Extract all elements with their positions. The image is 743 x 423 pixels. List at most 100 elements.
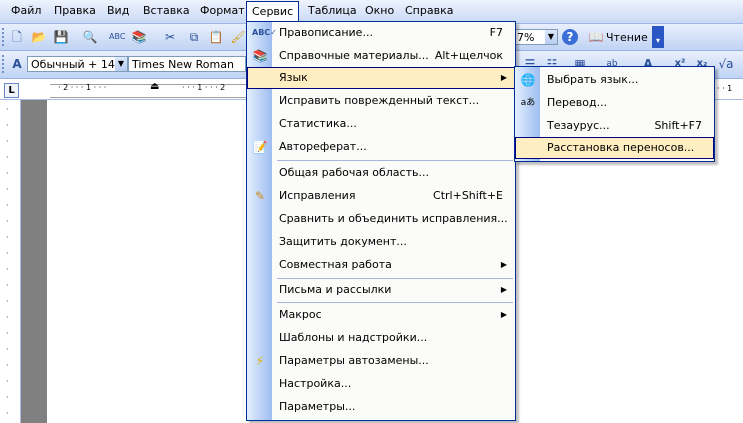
translate-icon: aあ xyxy=(520,98,536,108)
menu-item-research[interactable]: 📚 Справочные материалы... Alt+щелчок xyxy=(247,45,515,67)
menu-item-thesaurus[interactable]: Тезаурус... Shift+F7 xyxy=(515,115,714,137)
reading-mode-icon[interactable]: 📖 xyxy=(588,29,604,45)
autosummarize-icon: 📝 xyxy=(252,140,268,154)
menu-window[interactable]: Окно xyxy=(365,4,394,18)
menu-item-label: Правописание... xyxy=(279,26,373,39)
menu-separator xyxy=(277,160,513,161)
ruler-mark: · · · 1 · · · 2 xyxy=(182,83,226,92)
menu-item-shortcut: Alt+щелчок xyxy=(434,49,503,62)
menu-item-statistics[interactable]: Статистика... xyxy=(247,113,515,135)
menu-tools[interactable]: Сервис xyxy=(246,1,300,21)
cut-icon[interactable]: ✂ xyxy=(162,29,178,45)
document-page[interactable] xyxy=(47,100,247,423)
menu-view[interactable]: Вид xyxy=(107,4,129,18)
menu-item-spelling[interactable]: ABC✓ Правописание... F7 xyxy=(247,22,515,44)
menu-item-autosummarize[interactable]: 📝 Автореферат... xyxy=(247,136,515,158)
menu-item-shared-workspace[interactable]: Общая рабочая область... xyxy=(247,162,515,184)
spelling-check-icon[interactable]: ABC xyxy=(109,29,125,45)
language-submenu: 🌐 Выбрать язык... aあ Перевод... Тезаурус… xyxy=(514,66,715,162)
menu-item-mailings[interactable]: Письма и рассылки ▶ xyxy=(247,279,515,301)
menu-item-translate[interactable]: aあ Перевод... xyxy=(515,92,714,114)
menu-item-label: Язык xyxy=(279,71,308,84)
new-document-icon[interactable]: 🗋 xyxy=(9,29,25,45)
vertical-ruler: · · · · · · · · · · · · · · · · · · · · xyxy=(0,100,21,423)
toolbar-grip[interactable] xyxy=(2,55,7,73)
menu-item-label: Настройка... xyxy=(279,377,352,390)
menu-item-shortcut: Shift+F7 xyxy=(654,119,702,132)
menu-item-language[interactable]: Язык ▶ xyxy=(247,67,515,89)
menu-item-label: Автореферат... xyxy=(279,140,367,153)
toolbar-grip[interactable] xyxy=(2,28,7,46)
menu-item-hyphenation[interactable]: Расстановка переносов... xyxy=(515,137,714,159)
menu-item-repair-text[interactable]: Исправить поврежденный текст... xyxy=(247,90,515,112)
copy-icon[interactable]: ⧉ xyxy=(186,29,202,45)
submenu-arrow-icon: ▶ xyxy=(500,310,507,319)
menu-item-customize[interactable]: Настройка... xyxy=(247,373,515,395)
menu-item-label: Исправления xyxy=(279,189,356,202)
track-changes-icon: ✎ xyxy=(254,189,266,203)
menu-item-compare-merge[interactable]: Сравнить и объединить исправления... xyxy=(247,208,515,230)
equation-icon[interactable]: √a xyxy=(718,56,734,72)
zoom-combo[interactable]: 7% ▼ xyxy=(513,29,558,45)
page-margin-gray xyxy=(21,100,47,423)
menu-item-label: Расстановка переносов... xyxy=(547,141,695,154)
submenu-arrow-icon: ▶ xyxy=(500,285,507,294)
menu-separator xyxy=(277,302,513,303)
menu-item-label: Шаблоны и надстройки... xyxy=(279,331,428,344)
open-folder-icon[interactable]: 📂 xyxy=(31,29,47,45)
menu-item-label: Макрос xyxy=(279,308,322,321)
menu-item-label: Параметры автозамены... xyxy=(279,354,429,367)
menu-item-track-changes[interactable]: ✎ Исправления Ctrl+Shift+E xyxy=(247,185,515,207)
menu-item-label: Исправить поврежденный текст... xyxy=(279,94,480,107)
tab-selector[interactable]: L xyxy=(4,83,19,98)
submenu-arrow-icon: ▶ xyxy=(500,260,507,269)
save-icon[interactable]: 💾 xyxy=(53,29,69,45)
print-preview-icon[interactable]: 🔍 xyxy=(82,29,98,45)
menu-help[interactable]: Справка xyxy=(405,4,453,18)
menu-edit[interactable]: Правка xyxy=(54,4,96,18)
menu-item-shortcut: Ctrl+Shift+E xyxy=(433,189,503,202)
reading-mode-label[interactable]: Чтение xyxy=(606,31,648,44)
globe-icon: 🌐 xyxy=(520,73,536,87)
font-combo[interactable]: Times New Roman xyxy=(128,56,246,72)
menu-item-autocorrect[interactable]: ⚡ Параметры автозамены... xyxy=(247,350,515,372)
menu-table[interactable]: Таблица xyxy=(308,4,357,18)
menu-item-label: Справочные материалы... xyxy=(279,49,429,62)
menu-item-collaboration[interactable]: Совместная работа ▶ xyxy=(247,254,515,276)
autocorrect-icon: ⚡ xyxy=(255,354,265,368)
menu-item-label: Параметры... xyxy=(279,400,356,413)
chevron-down-icon[interactable]: ▼ xyxy=(545,30,557,44)
menu-item-label: Тезаурус... xyxy=(547,119,610,132)
menu-item-label: Общая рабочая область... xyxy=(279,166,429,179)
style-value: Обычный + 14 г xyxy=(31,58,125,71)
menu-item-set-language[interactable]: 🌐 Выбрать язык... xyxy=(515,69,714,91)
menu-item-label: Совместная работа xyxy=(279,258,392,271)
help-icon[interactable]: ? xyxy=(562,29,578,45)
menu-item-label: Статистика... xyxy=(279,117,357,130)
menu-item-options[interactable]: Параметры... xyxy=(247,396,515,418)
ruler-strip: · 2 · · · 1 · · · ⏏ · · · 1 · · · 2 xyxy=(50,81,250,98)
ruler-mark: · · 1 xyxy=(717,84,733,93)
menu-item-label: Выбрать язык... xyxy=(547,73,639,86)
menu-file[interactable]: Файл xyxy=(11,4,41,18)
style-combo[interactable]: Обычный + 14 г ▼ xyxy=(27,56,128,72)
font-value: Times New Roman xyxy=(132,58,234,71)
menu-item-label: Перевод... xyxy=(547,96,608,109)
paste-icon[interactable]: 📋 xyxy=(208,29,224,45)
styles-pane-icon[interactable]: A xyxy=(9,56,25,72)
left-indent-marker[interactable]: ⏏ xyxy=(150,81,159,92)
toolbar-options-icon[interactable]: ▾ xyxy=(652,26,664,48)
chevron-down-icon[interactable]: ▼ xyxy=(115,57,127,71)
menu-item-label: Сравнить и объединить исправления... xyxy=(279,212,508,225)
submenu-arrow-icon: ▶ xyxy=(500,73,507,82)
research-icon: 📚 xyxy=(252,49,268,63)
ruler-mark: · 2 · · · 1 · · · xyxy=(58,83,107,92)
tools-menu: ABC✓ Правописание... F7 📚 Справочные мат… xyxy=(246,21,516,421)
format-painter-icon[interactable]: 🖌 xyxy=(230,29,246,45)
menu-format[interactable]: Формат xyxy=(200,4,245,18)
research-icon[interactable]: 📚 xyxy=(131,29,147,45)
menu-item-protect-document[interactable]: Защитить документ... xyxy=(247,231,515,253)
menu-item-templates-addins[interactable]: Шаблоны и надстройки... xyxy=(247,327,515,349)
menu-item-macro[interactable]: Макрос ▶ xyxy=(247,304,515,326)
menu-insert[interactable]: Вставка xyxy=(143,4,190,18)
